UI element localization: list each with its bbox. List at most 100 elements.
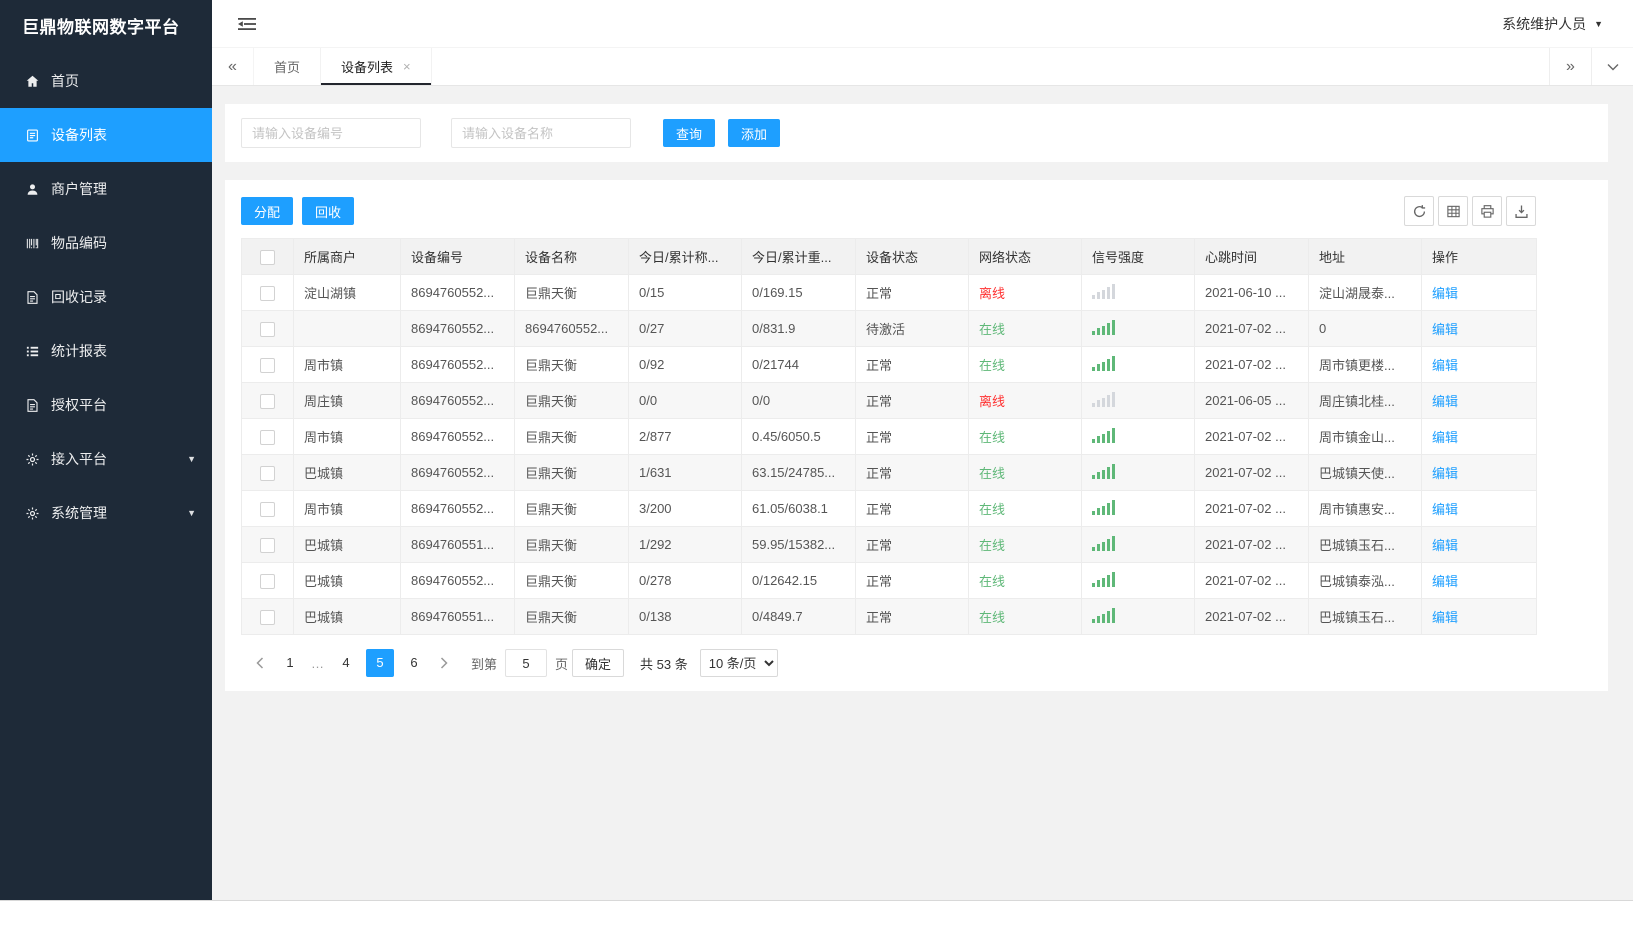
tabs-menu-button[interactable]	[1591, 48, 1633, 85]
sidebar-item-label: 授权平台	[51, 397, 107, 413]
page-button-4[interactable]: 4	[332, 649, 360, 677]
cell-address: 巴城镇玉石...	[1308, 526, 1422, 563]
confirm-button[interactable]: 确定	[572, 649, 625, 677]
tabs-scroll-right-button[interactable]: »	[1549, 48, 1591, 85]
row-checkbox[interactable]	[260, 321, 275, 337]
user-icon	[24, 181, 40, 197]
row-checkbox-cell	[241, 382, 294, 419]
sidebar-item-device-list[interactable]: 设备列表	[0, 108, 212, 162]
columns-button[interactable]	[1438, 196, 1468, 226]
sidebar-item-item-code[interactable]: 物品编码	[0, 216, 212, 270]
sidebar-item-label: 商户管理	[51, 181, 107, 197]
chevron-down-icon	[1607, 63, 1618, 70]
cell-today-count: 0/92	[628, 346, 742, 383]
user-role-label: 系统维护人员	[1502, 15, 1587, 32]
cell-today-weight: 61.05/6038.1	[741, 490, 856, 527]
home-icon	[24, 73, 40, 89]
cell-device-name: 巨鼎天衡	[514, 454, 629, 491]
sidebar-item-label: 回收记录	[51, 289, 107, 305]
page-size-select[interactable]: 10 条/页	[699, 649, 778, 677]
cell-merchant: 周庄镇	[293, 382, 401, 419]
row-checkbox[interactable]	[260, 573, 275, 589]
edit-link[interactable]: 编辑	[1432, 358, 1458, 373]
recycle-button[interactable]: 回收	[302, 197, 355, 225]
cell-network-status: 在线	[968, 598, 1082, 635]
cell-device-status: 正常	[855, 562, 969, 599]
sidebar-item-system-management[interactable]: 系统管理 ▼	[0, 486, 212, 540]
cell-device-no: 8694760551...	[400, 526, 515, 563]
row-checkbox[interactable]	[260, 285, 275, 301]
cell-network-status: 在线	[968, 310, 1082, 347]
cell-signal	[1081, 382, 1195, 419]
select-all-checkbox[interactable]	[260, 249, 275, 265]
topbar: 系统维护人员 ▼	[212, 0, 1633, 48]
cell-today-count: 0/0	[628, 382, 742, 419]
page-button-5[interactable]: 5	[366, 649, 394, 677]
query-button[interactable]: 查询	[663, 119, 716, 147]
page-button-1[interactable]: 1	[276, 649, 304, 677]
edit-link[interactable]: 编辑	[1432, 466, 1458, 481]
edit-link[interactable]: 编辑	[1432, 430, 1458, 445]
edit-link[interactable]: 编辑	[1432, 322, 1458, 337]
tabs-scroll-left-button[interactable]: «	[212, 48, 254, 85]
add-button[interactable]: 添加	[728, 119, 781, 147]
cell-signal	[1081, 490, 1195, 527]
page-button-6[interactable]: 6	[400, 649, 428, 677]
device-name-input[interactable]	[451, 118, 631, 148]
edit-link[interactable]: 编辑	[1432, 610, 1458, 625]
cell-heartbeat: 2021-07-02 ...	[1194, 598, 1309, 635]
edit-link[interactable]: 编辑	[1432, 502, 1458, 517]
page-jump-input[interactable]	[505, 649, 548, 677]
cell-today-weight: 0/0	[741, 382, 856, 419]
prev-page-button[interactable]	[247, 657, 273, 669]
refresh-button[interactable]	[1404, 196, 1434, 226]
cell-today-weight: 0/21744	[741, 346, 856, 383]
edit-link[interactable]: 编辑	[1432, 394, 1458, 409]
cell-today-count: 0/138	[628, 598, 742, 635]
device-no-input[interactable]	[241, 118, 421, 148]
print-button[interactable]	[1472, 196, 1502, 226]
cell-device-name: 巨鼎天衡	[514, 562, 629, 599]
tab-close-icon[interactable]: ×	[403, 59, 411, 74]
edit-link[interactable]: 编辑	[1432, 286, 1458, 301]
row-checkbox-cell	[241, 418, 294, 455]
next-page-button[interactable]	[431, 657, 457, 669]
sidebar-item-home[interactable]: 首页	[0, 54, 212, 108]
export-button[interactable]	[1506, 196, 1536, 226]
sidebar-item-statistics-report[interactable]: 统计报表	[0, 324, 212, 378]
cell-today-count: 3/200	[628, 490, 742, 527]
tabbar: « 首页 设备列表 × »	[212, 48, 1633, 86]
row-checkbox[interactable]	[260, 501, 275, 517]
sidebar-item-access-platform[interactable]: 接入平台 ▼	[0, 432, 212, 486]
edit-link[interactable]: 编辑	[1432, 574, 1458, 589]
row-checkbox[interactable]	[260, 429, 275, 445]
cell-network-status: 在线	[968, 526, 1082, 563]
table-tools	[1404, 196, 1536, 226]
sidebar-item-recycle-records[interactable]: 回收记录	[0, 270, 212, 324]
signal-strength-icon	[1092, 499, 1115, 515]
cell-heartbeat: 2021-07-02 ...	[1194, 490, 1309, 527]
cell-today-weight: 0/12642.15	[741, 562, 856, 599]
tab-device-list[interactable]: 设备列表 ×	[321, 48, 432, 85]
page-ellipsis: …	[311, 655, 325, 671]
row-checkbox[interactable]	[260, 465, 275, 481]
edit-link[interactable]: 编辑	[1432, 538, 1458, 553]
sidebar-item-authorization-platform[interactable]: 授权平台	[0, 378, 212, 432]
cell-heartbeat: 2021-07-02 ...	[1194, 454, 1309, 491]
cell-device-no: 8694760552...	[400, 562, 515, 599]
allocate-button[interactable]: 分配	[241, 197, 294, 225]
user-menu[interactable]: 系统维护人员 ▼	[1502, 14, 1603, 34]
barcode-icon	[24, 235, 40, 251]
sidebar-collapse-button[interactable]	[238, 17, 256, 31]
cell-signal	[1081, 418, 1195, 455]
row-checkbox[interactable]	[260, 357, 275, 373]
tab-home[interactable]: 首页	[254, 48, 322, 85]
chevron-left-icon	[256, 657, 264, 669]
sidebar-item-merchant-management[interactable]: 商户管理	[0, 162, 212, 216]
jump-prefix-label: 到第	[471, 656, 498, 672]
row-checkbox[interactable]	[260, 609, 275, 625]
cell-action: 编辑	[1421, 382, 1537, 419]
cell-today-count: 0/15	[628, 274, 742, 311]
row-checkbox[interactable]	[260, 537, 275, 553]
row-checkbox[interactable]	[260, 393, 275, 409]
